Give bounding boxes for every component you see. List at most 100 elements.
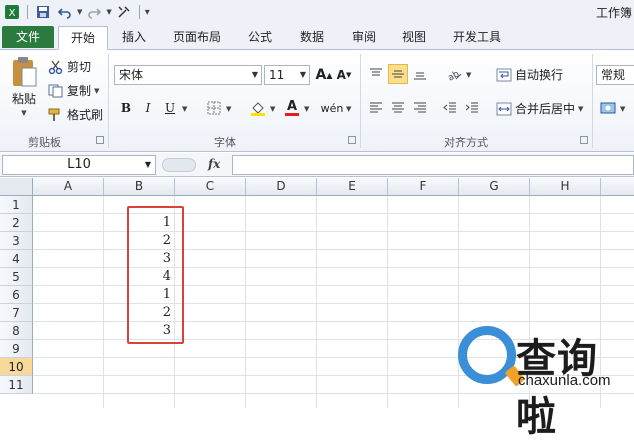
grid-cell[interactable] <box>246 286 317 304</box>
tab-home[interactable]: 开始 <box>58 26 108 50</box>
column-header[interactable] <box>601 178 634 196</box>
grid-cell[interactable] <box>33 214 104 232</box>
merge-center-button[interactable]: 合并后居中 ▼ <box>496 100 583 117</box>
format-painter-button[interactable]: 格式刷 <box>48 106 103 123</box>
underline-icon[interactable]: U <box>160 98 180 118</box>
border-icon[interactable] <box>204 98 224 118</box>
grid-cell[interactable] <box>601 286 634 304</box>
copy-button[interactable]: 复制 ▼ <box>48 82 99 99</box>
grow-font-icon[interactable]: A ▲ <box>314 65 334 85</box>
name-box[interactable]: L10 ▼ <box>2 155 156 175</box>
grid-cell[interactable] <box>246 376 317 394</box>
grid-cell[interactable] <box>317 196 388 214</box>
grid-cell[interactable] <box>33 268 104 286</box>
grid-cell[interactable] <box>530 196 601 214</box>
phonetic-dropdown-icon[interactable]: ▼ <box>346 105 351 113</box>
grid-cell[interactable] <box>175 214 246 232</box>
align-top-icon[interactable] <box>366 64 386 84</box>
grid-cell[interactable] <box>388 322 459 340</box>
grid-cell[interactable] <box>246 214 317 232</box>
alignment-launcher-icon[interactable] <box>580 136 588 144</box>
tab-developer[interactable]: 开发工具 <box>446 26 508 50</box>
grid-cell[interactable] <box>246 394 317 408</box>
grid-cell[interactable] <box>388 250 459 268</box>
grid-cell[interactable] <box>175 232 246 250</box>
row-header[interactable]: 2 <box>0 214 33 232</box>
align-left-icon[interactable] <box>366 98 386 118</box>
merge-dropdown-icon[interactable]: ▼ <box>578 105 583 113</box>
grid-cell[interactable] <box>459 232 530 250</box>
grid-cell[interactable] <box>459 286 530 304</box>
align-right-icon[interactable] <box>410 98 430 118</box>
grid-cell[interactable] <box>33 286 104 304</box>
row-header[interactable]: 11 <box>0 376 33 394</box>
redo-dropdown-icon[interactable]: ▼ <box>106 8 111 16</box>
currency-dropdown-icon[interactable]: ▼ <box>620 105 625 113</box>
orientation-dropdown-icon[interactable]: ▼ <box>466 71 471 79</box>
tab-review[interactable]: 审阅 <box>342 26 386 50</box>
grid-cell[interactable] <box>601 214 634 232</box>
fill-color-dropdown-icon[interactable]: ▼ <box>270 105 275 113</box>
copy-dropdown-icon[interactable]: ▼ <box>94 87 99 95</box>
grid-cell[interactable] <box>175 394 246 408</box>
grid-cell[interactable] <box>388 196 459 214</box>
grid-cell[interactable] <box>246 268 317 286</box>
grid-cell[interactable] <box>33 196 104 214</box>
grid-cell[interactable] <box>530 232 601 250</box>
font-name-select[interactable]: 宋体 ▼ <box>114 65 262 85</box>
grid-cell[interactable] <box>530 214 601 232</box>
align-bottom-icon[interactable] <box>410 64 430 84</box>
grid-cell[interactable] <box>459 268 530 286</box>
orientation-icon[interactable]: ab <box>444 64 464 84</box>
save-icon[interactable] <box>33 2 53 22</box>
column-header[interactable]: F <box>388 178 459 196</box>
grid-cell[interactable] <box>175 322 246 340</box>
currency-icon[interactable] <box>598 98 618 118</box>
grid-cell[interactable] <box>317 268 388 286</box>
grid-cell[interactable] <box>388 286 459 304</box>
bold-icon[interactable]: B <box>116 98 136 118</box>
grid-cell[interactable] <box>317 358 388 376</box>
grid-cell[interactable] <box>317 250 388 268</box>
grid-cell[interactable] <box>33 304 104 322</box>
column-header[interactable]: D <box>246 178 317 196</box>
decrease-indent-icon[interactable] <box>440 98 460 118</box>
tool-icon[interactable] <box>114 2 134 22</box>
grid-cell[interactable] <box>317 214 388 232</box>
grid-cell[interactable] <box>459 304 530 322</box>
row-header-selected[interactable]: 10 <box>0 358 33 376</box>
row-header[interactable]: 7 <box>0 304 33 322</box>
wrap-text-button[interactable]: 自动换行 <box>496 66 563 83</box>
grid-cell[interactable] <box>246 232 317 250</box>
grid-cell[interactable] <box>246 196 317 214</box>
redo-icon[interactable] <box>84 2 104 22</box>
grid-cell[interactable] <box>246 340 317 358</box>
tab-page-layout[interactable]: 页面布局 <box>164 26 230 50</box>
italic-icon[interactable]: I <box>138 98 158 118</box>
grid-cell[interactable] <box>33 394 104 408</box>
grid-cell[interactable] <box>388 232 459 250</box>
tab-insert[interactable]: 插入 <box>112 26 156 50</box>
grid-cell[interactable] <box>104 394 175 408</box>
grid-cell[interactable] <box>317 232 388 250</box>
clipboard-launcher-icon[interactable] <box>96 136 104 144</box>
number-format-select[interactable]: 常规 <box>596 65 634 85</box>
phonetic-icon[interactable]: wén <box>321 98 344 118</box>
column-header[interactable]: A <box>33 178 104 196</box>
grid-cell[interactable] <box>601 304 634 322</box>
grid-cell[interactable] <box>33 358 104 376</box>
column-header[interactable]: G <box>459 178 530 196</box>
grid-cell[interactable] <box>317 340 388 358</box>
grid-cell[interactable] <box>388 268 459 286</box>
grid-cell[interactable] <box>175 340 246 358</box>
increase-indent-icon[interactable] <box>462 98 482 118</box>
grid-cell[interactable] <box>530 250 601 268</box>
font-size-select[interactable]: 11 ▼ <box>264 65 310 85</box>
grid-cell[interactable] <box>601 250 634 268</box>
grid-cell[interactable] <box>317 286 388 304</box>
underline-dropdown-icon[interactable]: ▼ <box>182 105 187 113</box>
grid-cell[interactable] <box>459 214 530 232</box>
formula-input[interactable] <box>232 155 634 175</box>
fill-color-icon[interactable] <box>248 98 268 118</box>
undo-icon[interactable] <box>55 2 75 22</box>
